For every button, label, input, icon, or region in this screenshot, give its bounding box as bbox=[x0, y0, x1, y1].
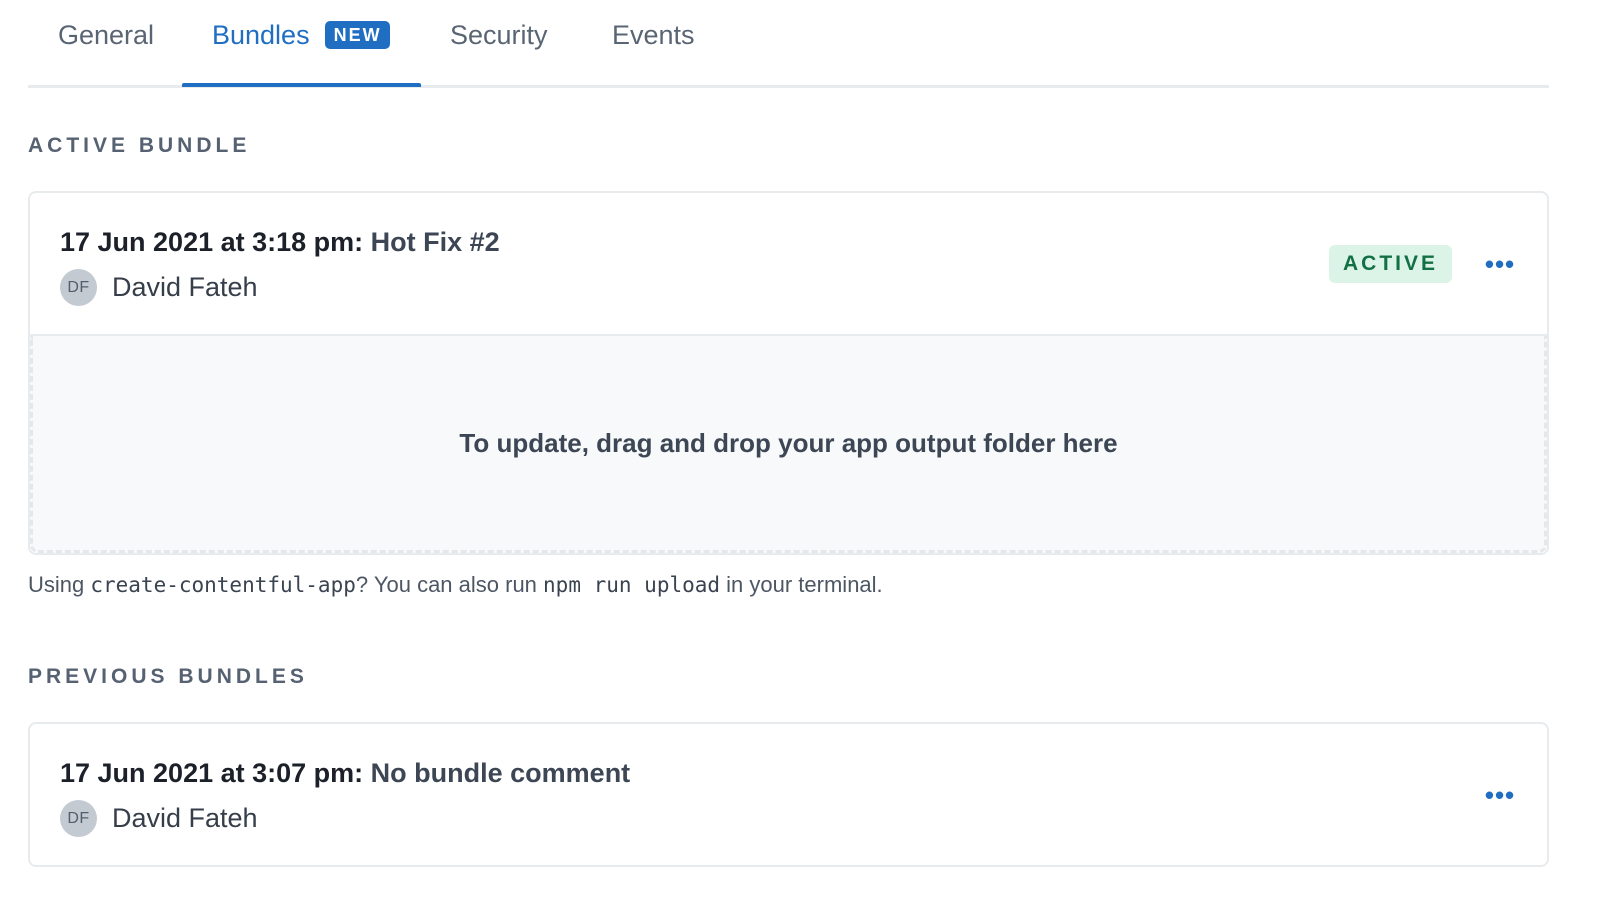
hint-code-upload: npm run upload bbox=[543, 573, 721, 597]
selected-tab-indicator bbox=[182, 83, 421, 87]
hint-middle: ? You can also run bbox=[355, 572, 544, 597]
previous-bundles-heading: PREVIOUS BUNDLES bbox=[28, 665, 308, 688]
more-options-icon: ••• bbox=[1484, 249, 1516, 279]
active-bundle-card: 17 Jun 2021 at 3:18 pm: Hot Fix #2 DF Da… bbox=[28, 191, 1549, 555]
hint-prefix: Using bbox=[28, 572, 91, 597]
author-name: David Fateh bbox=[112, 803, 258, 833]
tab-general-label: General bbox=[58, 20, 155, 50]
tab-security[interactable]: Security bbox=[450, 0, 548, 88]
tab-bundles[interactable]: Bundles NEW bbox=[212, 0, 390, 88]
previous-bundle-header: 17 Jun 2021 at 3:07 pm: No bundle commen… bbox=[30, 724, 1547, 867]
previous-bundle-card: 17 Jun 2021 at 3:07 pm: No bundle commen… bbox=[28, 722, 1549, 867]
upload-hint: Using create-contentful-app? You can als… bbox=[28, 572, 883, 598]
hint-suffix: in your terminal. bbox=[720, 572, 883, 597]
bundles-page: General Bundles NEW Security Events ACTI… bbox=[0, 0, 1600, 924]
active-bundle-heading: ACTIVE BUNDLE bbox=[28, 134, 251, 157]
bundle-title: 17 Jun 2021 at 3:18 pm: Hot Fix #2 bbox=[60, 227, 500, 258]
bundle-comment: Hot Fix #2 bbox=[370, 227, 500, 257]
active-bundle-header: 17 Jun 2021 at 3:18 pm: Hot Fix #2 DF Da… bbox=[30, 193, 1547, 336]
tab-bundles-label: Bundles bbox=[212, 20, 310, 50]
status-badge: ACTIVE bbox=[1329, 245, 1452, 283]
hint-code-cca: create-contentful-app bbox=[90, 573, 356, 597]
bundle-date: 17 Jun 2021 at 3:07 pm: bbox=[60, 758, 364, 788]
dropzone-text: To update, drag and drop your app output… bbox=[459, 427, 1118, 458]
tab-general[interactable]: General bbox=[58, 0, 154, 88]
upload-dropzone[interactable]: To update, drag and drop your app output… bbox=[30, 336, 1547, 553]
avatar: DF bbox=[60, 800, 97, 837]
tab-security-label: Security bbox=[450, 20, 548, 50]
more-options-icon: ••• bbox=[1484, 780, 1516, 810]
bundle-author: DF David Fateh bbox=[60, 800, 258, 837]
bundle-title: 17 Jun 2021 at 3:07 pm: No bundle commen… bbox=[60, 758, 630, 789]
new-badge: NEW bbox=[324, 21, 390, 49]
tab-events-label: Events bbox=[612, 20, 695, 50]
tab-events[interactable]: Events bbox=[612, 0, 695, 88]
avatar: DF bbox=[60, 269, 97, 306]
bundle-date: 17 Jun 2021 at 3:18 pm: bbox=[60, 227, 364, 257]
more-options-button[interactable]: ••• bbox=[1482, 779, 1518, 811]
bundle-comment: No bundle comment bbox=[370, 758, 631, 788]
more-options-button[interactable]: ••• bbox=[1482, 248, 1518, 280]
author-name: David Fateh bbox=[112, 272, 258, 302]
bundle-author: DF David Fateh bbox=[60, 269, 258, 306]
tab-bar: General Bundles NEW Security Events bbox=[28, 0, 1549, 88]
